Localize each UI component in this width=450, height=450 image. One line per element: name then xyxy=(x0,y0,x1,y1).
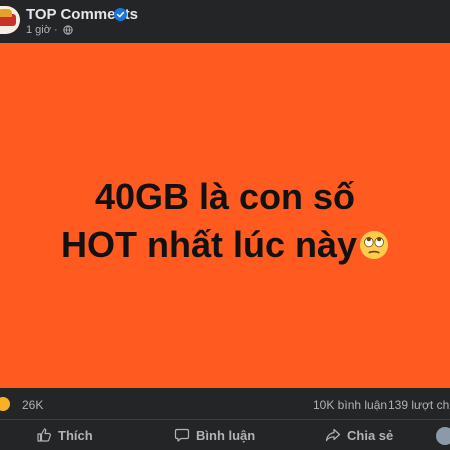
globe-icon xyxy=(63,25,73,35)
verified-badge-icon xyxy=(114,8,127,21)
comment-button[interactable]: Bình luận xyxy=(174,421,255,449)
like-button[interactable]: Thích xyxy=(36,421,93,449)
viewer-avatar[interactable] xyxy=(436,427,450,445)
post-header: TOP Comments 1 giờ · xyxy=(0,0,450,42)
comments-count[interactable]: 10K bình luận xyxy=(313,398,387,412)
headline-line-2-text: HOT nhất lúc này xyxy=(60,224,358,265)
post-actions: Thích Bình luận Chia sẻ xyxy=(0,421,450,450)
post-image[interactable]: 40GB là con số HOT nhất lúc này xyxy=(0,43,450,388)
share-arrow-icon xyxy=(325,428,341,442)
shares-count[interactable]: 139 lượt chia xyxy=(388,398,450,412)
page-avatar[interactable] xyxy=(0,6,20,34)
share-button[interactable]: Chia sẻ xyxy=(325,421,393,449)
reaction-emoji-icon[interactable] xyxy=(0,395,12,413)
divider xyxy=(0,419,450,420)
share-label: Chia sẻ xyxy=(347,427,394,443)
post-time[interactable]: 1 giờ xyxy=(26,24,51,36)
headline-line-1: 40GB là con số xyxy=(94,176,356,217)
post-stats: 26K 10K bình luận 139 lượt chia xyxy=(0,392,450,416)
reaction-count[interactable]: 26K xyxy=(22,398,43,412)
headline-line-2: HOT nhất lúc này xyxy=(0,221,450,269)
post-headline: 40GB là con số HOT nhất lúc này xyxy=(0,173,450,269)
eye-roll-emoji-icon xyxy=(359,230,389,260)
thumbs-up-icon xyxy=(37,428,51,442)
avatar-logo-trophy xyxy=(0,9,12,17)
like-label: Thích xyxy=(58,427,93,443)
post-meta: 1 giờ · xyxy=(26,24,73,36)
comment-label: Bình luận xyxy=(196,427,256,443)
comment-bubble-icon xyxy=(174,428,190,442)
